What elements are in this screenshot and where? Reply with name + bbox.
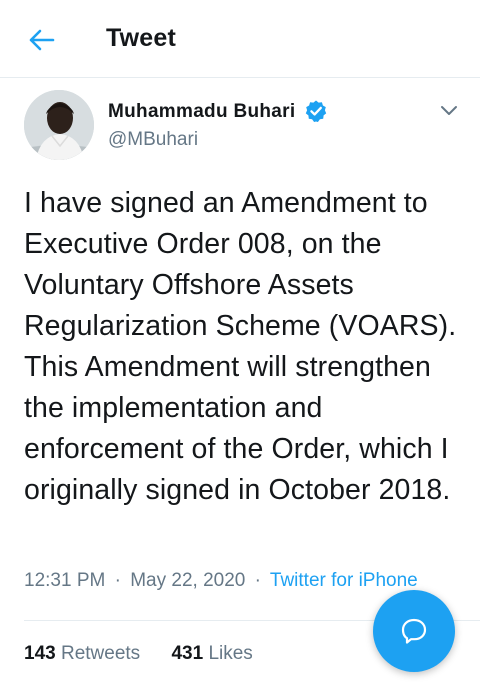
tweet-text: I have signed an Amendment to Executive …	[24, 187, 457, 506]
retweets-stat[interactable]: 143 Retweets	[24, 643, 145, 664]
compose-reply-icon	[401, 618, 427, 644]
back-button[interactable]	[22, 22, 62, 58]
likes-label: Likes	[208, 643, 253, 664]
tweet-time: 12:31 PM	[24, 570, 106, 591]
meta-separator: ·	[254, 570, 261, 591]
author-handle[interactable]: @MBuhari	[108, 129, 198, 151]
meta-separator: ·	[114, 570, 121, 591]
tweet-metadata: 12:31 PM · May 22, 2020 · Twitter for iP…	[24, 570, 418, 592]
profile-photo	[24, 90, 94, 160]
top-bar: Tweet	[0, 0, 480, 78]
reply-fab-button[interactable]	[373, 590, 455, 672]
tweet-date[interactable]: May 22, 2020	[130, 570, 245, 591]
retweets-count: 143	[24, 643, 56, 664]
author-name[interactable]: Muhammadu Buhari	[108, 101, 295, 123]
tweet-stats: 143 Retweets 431 Likes	[24, 643, 279, 665]
page-title: Tweet	[106, 24, 176, 52]
likes-stat[interactable]: 431 Likes	[171, 643, 252, 664]
arrow-left-icon	[29, 29, 55, 51]
chevron-down-icon	[441, 106, 457, 115]
more-options-button[interactable]	[436, 98, 462, 124]
avatar[interactable]	[24, 90, 94, 160]
verified-badge-icon	[305, 100, 327, 122]
likes-count: 431	[171, 643, 204, 664]
retweets-label: Retweets	[60, 643, 141, 664]
tweet-source-link[interactable]: Twitter for iPhone	[270, 570, 418, 591]
